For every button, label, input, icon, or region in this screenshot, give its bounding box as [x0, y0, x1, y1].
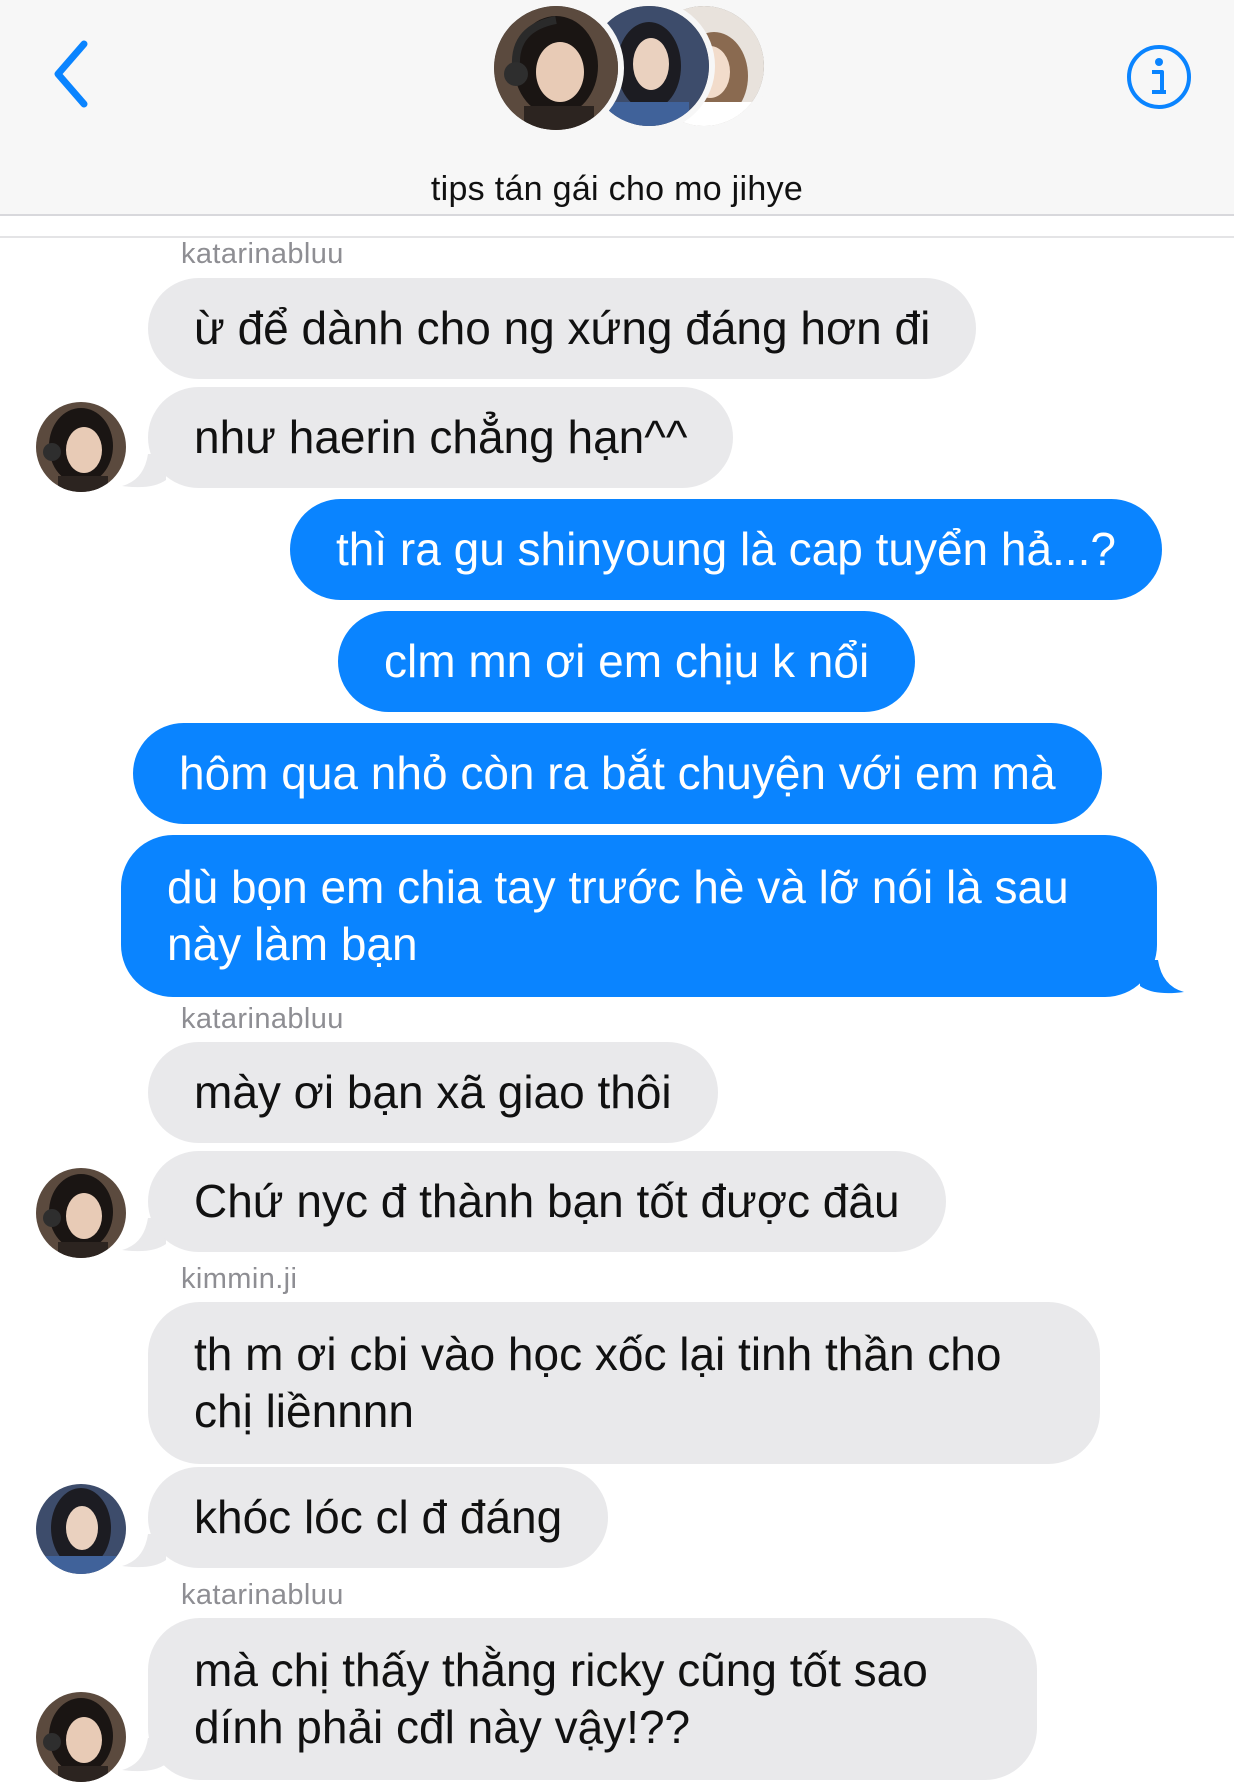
bubble-tail	[122, 1738, 166, 1772]
sender-name: katarinabluu	[181, 1003, 344, 1035]
message-bubble[interactable]: hôm qua nhỏ còn ra bắt chuyện với em mà	[133, 723, 1102, 824]
message-bubble[interactable]: như haerin chẳng hạn^^	[148, 387, 734, 488]
chevron-left-icon	[54, 40, 88, 108]
back-button[interactable]	[50, 36, 110, 116]
info-icon	[1127, 45, 1191, 109]
sender-name: katarinabluu	[181, 238, 344, 270]
message-bubble[interactable]: mà chị thấy thằng ricky cũng tốt sao dín…	[148, 1618, 1037, 1780]
message-bubble[interactable]: mày ơi bạn xã giao thôi	[148, 1042, 718, 1143]
conversation-header: tips tán gái cho mo jihye	[0, 0, 1234, 216]
sender-name: katarinabluu	[181, 1579, 344, 1611]
sender-avatar	[36, 1168, 126, 1258]
sender-avatar	[36, 1692, 126, 1782]
conversation-title[interactable]: tips tán gái cho mo jihye	[0, 170, 1234, 209]
info-button[interactable]	[1126, 44, 1192, 110]
message-bubble[interactable]: clm mn ơi em chịu k nổi	[338, 611, 916, 712]
group-avatars[interactable]	[488, 0, 770, 136]
message-bubble[interactable]: thì ra gu shinyoung là cap tuyển hả...?	[290, 499, 1162, 600]
bubble-tail	[1140, 960, 1184, 994]
sender-avatar	[36, 402, 126, 492]
sender-avatar	[36, 1484, 126, 1574]
message-bubble[interactable]: Chứ nyc đ thành bạn tốt được đâu	[148, 1151, 946, 1252]
sender-name: kimmin.ji	[181, 1263, 298, 1295]
group-member-avatar	[488, 0, 624, 136]
message-bubble[interactable]: ừ để dành cho ng xứng đáng hơn đi	[148, 278, 977, 379]
message-bubble[interactable]: khóc lóc cl đ đáng	[148, 1467, 609, 1568]
messages-app: tips tán gái cho mo jihye katarinabluu ừ…	[0, 0, 1234, 1786]
message-bubble[interactable]: th m ơi cbi vào học xốc lại tinh thần ch…	[148, 1302, 1100, 1464]
message-bubble[interactable]: dù bọn em chia tay trước hè và lỡ nói là…	[121, 835, 1157, 997]
message-list: katarinabluu ừ để dành cho ng xứng đáng …	[0, 238, 1234, 1786]
